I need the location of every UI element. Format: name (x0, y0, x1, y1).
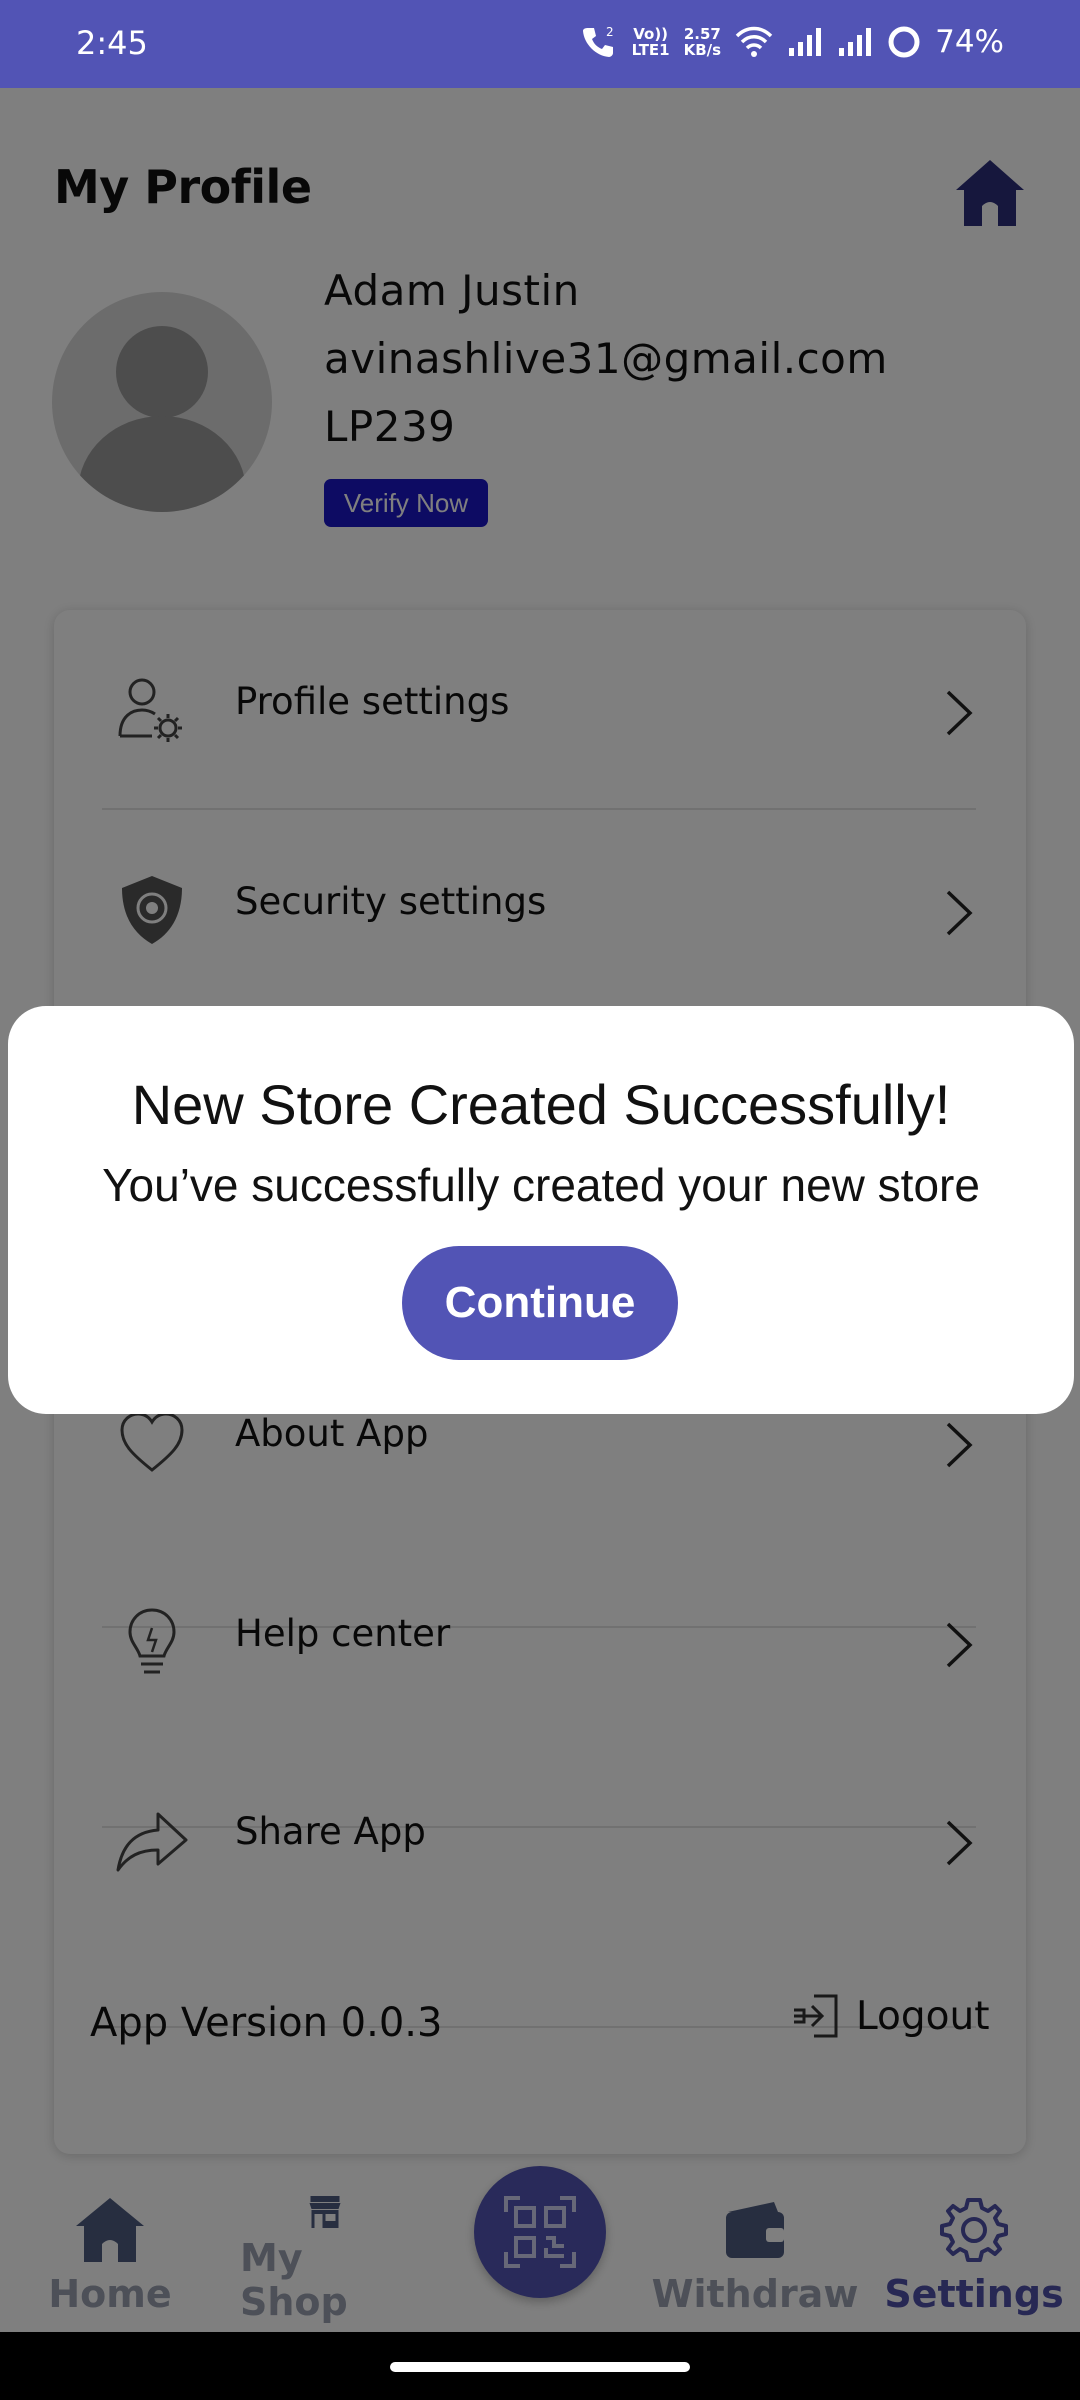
success-dialog: New Store Created Successfully! You’ve s… (8, 1006, 1074, 1414)
volte-bottom-text: LTE1 (631, 41, 670, 59)
dialog-title: New Store Created Successfully! (131, 1073, 951, 1136)
home-gesture-pill[interactable] (390, 2362, 690, 2372)
net-speed-unit: KB/s (683, 41, 722, 59)
battery-level: 74% (935, 24, 1004, 60)
signal-icon (789, 28, 822, 56)
volte-top-text: Vo)) (633, 25, 669, 43)
wifi-icon (735, 26, 773, 57)
status-bar: 2:45 2 Vo)) LTE1 2.57 KB/s 74% (0, 0, 1080, 88)
signal-icon-2 (839, 28, 872, 56)
net-speed: 2.57 KB/s (684, 26, 721, 58)
status-icons: 2 Vo)) LTE1 2.57 KB/s 74% (578, 22, 1004, 62)
svg-text:2: 2 (606, 25, 614, 39)
status-time: 2:45 (76, 24, 148, 62)
battery-ring-icon (888, 26, 920, 58)
dialog-message: You’ve successfully created your new sto… (102, 1159, 980, 1211)
continue-button[interactable]: Continue (402, 1246, 678, 1360)
volte-indicator: Vo)) LTE1 (632, 26, 670, 58)
wifi-call-icon: 2 (582, 25, 614, 57)
net-speed-value: 2.57 (683, 25, 721, 43)
gesture-bar (0, 2332, 1080, 2400)
